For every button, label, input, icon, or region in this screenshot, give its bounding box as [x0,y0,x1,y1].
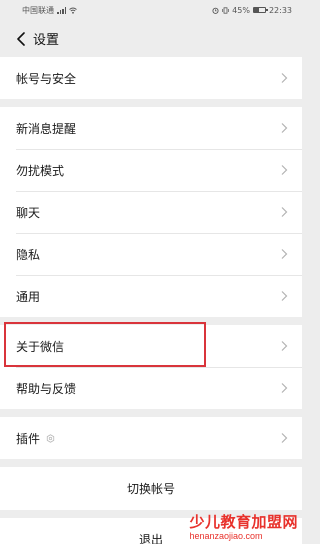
wifi-icon [69,7,77,14]
signal-icon [57,6,66,14]
settings-item-label: 通用 [16,289,41,304]
battery-percent: 45% [232,5,250,15]
settings-item-plugins[interactable]: 插件 [0,417,302,459]
settings-item-about-wechat[interactable]: 关于微信 [0,325,302,367]
settings-item-label: 聊天 [16,205,41,220]
puzzle-icon [46,433,55,443]
group-divider [0,409,302,417]
chevron-right-icon [281,207,288,217]
nav-bar: 设置 [0,20,302,57]
clock-time: 22:33 [268,5,292,15]
settings-group-plugins: 插件 [0,417,302,459]
settings-item-label: 关于微信 [16,339,65,354]
group-divider [0,317,302,325]
settings-group-about: 关于微信 帮助与反馈 [0,325,302,409]
settings-item-account-security[interactable]: 帐号与安全 [0,57,302,99]
chevron-right-icon [281,123,288,133]
battery-icon [252,7,268,13]
alarm-icon [212,7,219,14]
settings-item-label: 新消息提醒 [16,121,77,136]
chevron-right-icon [281,433,288,443]
group-divider [0,99,302,107]
carrier-label: 中国联通 [22,5,54,15]
settings-item-new-message-alerts[interactable]: 新消息提醒 [0,107,302,149]
settings-item-help-feedback[interactable]: 帮助与反馈 [0,367,302,409]
settings-item-general[interactable]: 通用 [0,275,302,317]
group-divider [0,459,302,467]
chevron-right-icon [281,73,288,83]
chevron-right-icon [281,165,288,175]
logout-label: 退出 [138,533,163,544]
status-bar: 中国联通 45% 22:33 [0,0,302,20]
settings-item-label: 插件 [16,431,41,446]
settings-group-general: 新消息提醒 勿扰模式 聊天 隐私 通用 [0,107,302,317]
page-title: 设置 [33,33,60,48]
settings-item-do-not-disturb[interactable]: 勿扰模式 [0,149,302,191]
settings-item-label: 帮助与反馈 [16,381,77,396]
settings-item-privacy[interactable]: 隐私 [0,233,302,275]
chevron-right-icon [281,341,288,351]
switch-account-label: 切换帐号 [126,482,175,496]
settings-group-account: 帐号与安全 [0,57,302,99]
chevron-right-icon [281,291,288,301]
settings-item-label: 帐号与安全 [16,71,77,86]
group-divider [0,510,302,518]
settings-item-label: 隐私 [16,247,41,262]
status-left: 中国联通 [22,5,77,16]
switch-account-button[interactable]: 切换帐号 [0,467,302,510]
chevron-left-icon[interactable] [10,28,32,50]
chevron-right-icon [281,383,288,393]
vibrate-icon [222,6,229,14]
status-right: 45% 22:33 [212,6,292,15]
logout-button[interactable]: 退出 [0,518,302,544]
chevron-right-icon [281,249,288,259]
settings-item-label: 勿扰模式 [16,163,65,178]
settings-item-chat[interactable]: 聊天 [0,191,302,233]
